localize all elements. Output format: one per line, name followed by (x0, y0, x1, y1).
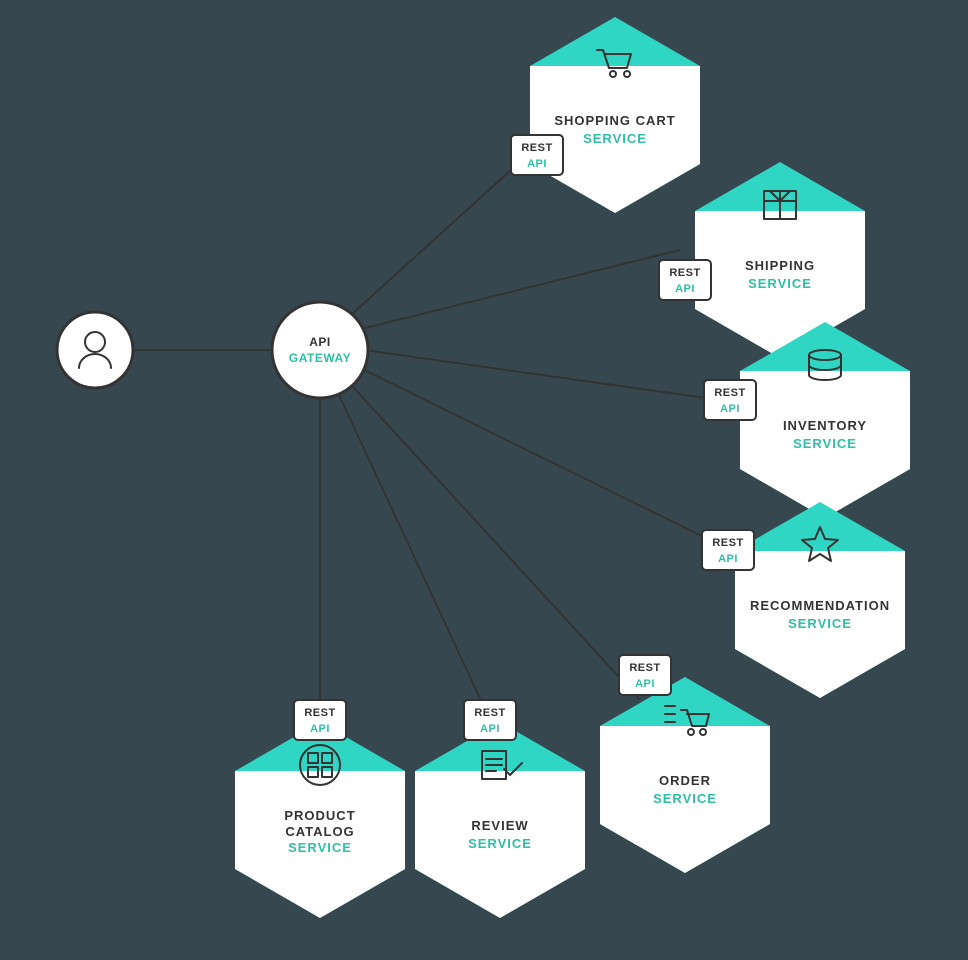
rest-api-badge (464, 700, 516, 740)
rest-api-badge (511, 135, 563, 175)
svg-text:SERVICE: SERVICE (468, 836, 532, 851)
api-gateway-label-2: GATEWAY (289, 351, 351, 365)
service-recommendation: RECOMMENDATION SERVICE (702, 502, 905, 698)
svg-text:ORDER: ORDER (659, 773, 711, 788)
svg-text:SHIPPING: SHIPPING (745, 258, 815, 273)
service-review: REVIEW SERVICE (415, 700, 585, 918)
rest-api-badge (704, 380, 756, 420)
svg-text:REVIEW: REVIEW (471, 818, 528, 833)
service-product-catalog: PRODUCT CATALOG SERVICE (235, 700, 405, 918)
connectors (128, 130, 720, 725)
svg-text:PRODUCT: PRODUCT (284, 808, 355, 823)
svg-text:SHOPPING CART: SHOPPING CART (554, 113, 675, 128)
svg-text:SERVICE: SERVICE (653, 791, 717, 806)
svg-text:CATALOG: CATALOG (285, 824, 354, 839)
service-shopping-cart: SHOPPING CART SERVICE (511, 17, 700, 213)
svg-text:SERVICE: SERVICE (788, 616, 852, 631)
svg-text:SERVICE: SERVICE (288, 840, 352, 855)
rest-api-badge (702, 530, 754, 570)
user-node (57, 312, 133, 388)
service-order: ORDER SERVICE (600, 655, 770, 873)
api-gateway-label-1: API (309, 335, 331, 349)
svg-text:SERVICE: SERVICE (793, 436, 857, 451)
rest-api-badge (659, 260, 711, 300)
svg-text:SERVICE: SERVICE (748, 276, 812, 291)
svg-text:SERVICE: SERVICE (583, 131, 647, 146)
svg-text:RECOMMENDATION: RECOMMENDATION (750, 598, 890, 613)
service-inventory: INVENTORY SERVICE (704, 322, 910, 518)
api-gateway-node: API GATEWAY (272, 302, 368, 398)
svg-text:INVENTORY: INVENTORY (783, 418, 867, 433)
rest-api-badge (294, 700, 346, 740)
rest-api-badge (619, 655, 671, 695)
